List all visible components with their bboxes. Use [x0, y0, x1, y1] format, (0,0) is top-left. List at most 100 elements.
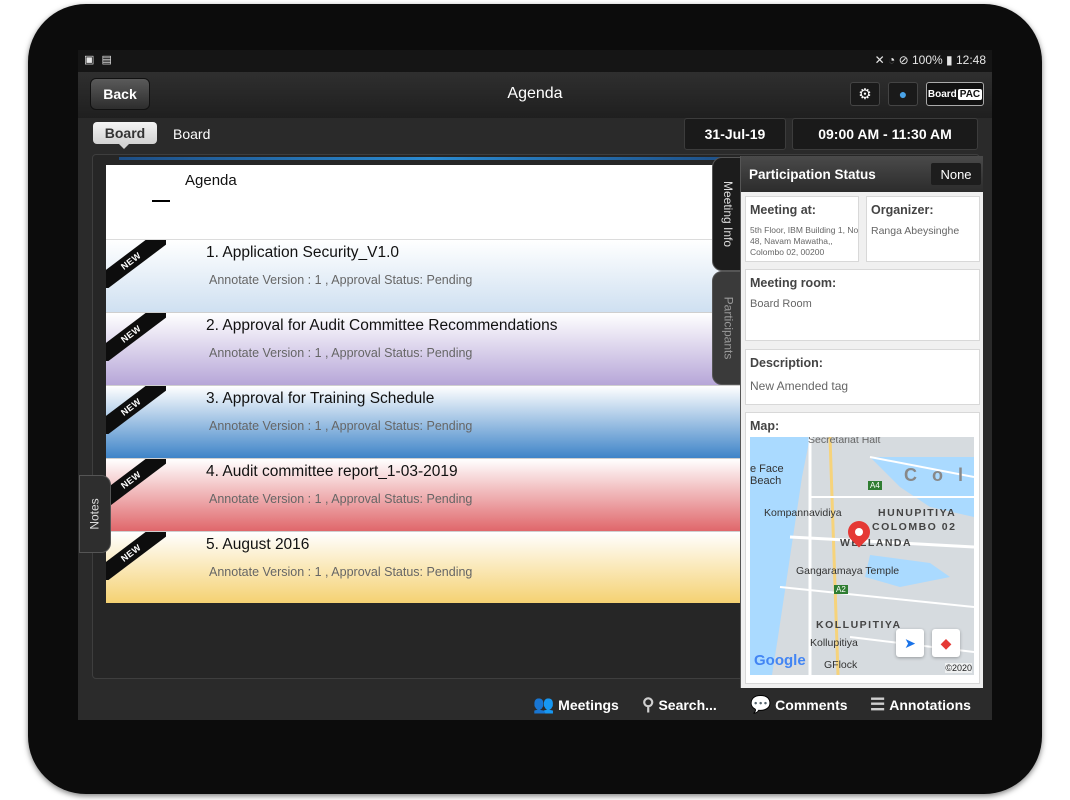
app-screen: ▣ ▤ ✕ ◔ ⊘ 100% ▮ 12:48 Back Agenda ⚙ ● B…	[78, 50, 992, 720]
google-logo-text: Google	[754, 652, 806, 669]
clock: 12:48	[955, 53, 986, 67]
map-label-item: GFlock	[824, 659, 858, 671]
organizer-value: Ranga Abeysinghe	[871, 225, 960, 237]
logo-board-text: Board	[927, 88, 957, 100]
globe-icon[interactable]: ●	[888, 82, 918, 106]
map-label: Map:	[750, 419, 780, 433]
sd-card-icon: ▤	[101, 54, 114, 66]
agenda-item-title: 3. Approval for Training Schedule	[206, 390, 435, 407]
map-label-item: HUNUPITIYA	[878, 507, 957, 519]
new-badge: NEW	[106, 459, 166, 507]
meeting-time: 09:00 AM - 11:30 AM	[792, 118, 978, 150]
map-label-item: e Face	[750, 463, 784, 475]
map-road-badge: A4	[868, 481, 882, 490]
battery-icon: ▮	[946, 53, 953, 67]
annotations-label: Annotations	[889, 697, 971, 713]
people-icon: 👥	[533, 695, 555, 714]
comments-label: Comments	[775, 697, 848, 713]
comments-button[interactable]: 💬 Comments	[750, 692, 848, 718]
map-label-item: KOLLUPITIYA	[816, 619, 902, 631]
breadcrumb-label: Board	[173, 126, 211, 142]
meeting-info-panel: Participation Status None Meeting at: 5t…	[740, 156, 983, 688]
map-label-item: C o l o	[904, 465, 974, 485]
mute-icon: ✕	[874, 53, 885, 67]
agenda-item[interactable]: NEW 5. August 2016 Annotate Version : 1 …	[106, 532, 740, 603]
battery-level: 100%	[911, 53, 943, 67]
map-view[interactable]: Secretariat Halt e Face Beach C o l o Ko…	[750, 437, 974, 675]
list-icon: ☰	[870, 695, 886, 714]
description-value: New Amended tag	[750, 379, 849, 393]
meeting-room-card: Meeting room: Board Room	[745, 269, 980, 341]
meetings-button[interactable]: 👥 Meetings	[533, 692, 619, 718]
directions-icon[interactable]: ➤	[896, 629, 924, 657]
agenda-heading: Agenda	[185, 172, 237, 189]
map-label-item: Secretariat Halt	[808, 437, 881, 446]
title-bar: Back Agenda ⚙ ● Board PAC	[78, 72, 992, 118]
agenda-item-meta: Annotate Version : 1 , Approval Status: …	[209, 419, 473, 433]
agenda-item[interactable]: NEW 3. Approval for Training Schedule An…	[106, 386, 740, 459]
google-logo: Google	[754, 652, 806, 669]
agenda-item-title: 1. Application Security_V1.0	[206, 244, 400, 261]
annotations-button[interactable]: ☰ Annotations	[870, 692, 971, 718]
agenda-item[interactable]: NEW 1. Application Security_V1.0 Annotat…	[106, 240, 740, 313]
agenda-item-meta: Annotate Version : 1 , Approval Status: …	[209, 273, 473, 287]
agenda-item-meta: Annotate Version : 1 , Approval Status: …	[209, 346, 473, 360]
breadcrumb: Board Board 31-Jul-19 09:00 AM - 11:30 A…	[78, 118, 992, 152]
agenda-item-title: 5. August 2016	[206, 536, 310, 553]
new-badge: NEW	[106, 240, 166, 288]
participation-status-select[interactable]: None	[931, 163, 981, 185]
boardpac-logo[interactable]: Board PAC	[926, 82, 984, 106]
new-badge: NEW	[106, 386, 166, 434]
meeting-at-card: Meeting at: 5th Floor, IBM Building 1, N…	[745, 196, 859, 262]
wifi-icon: ◔	[887, 53, 896, 67]
new-badge: NEW	[106, 313, 166, 361]
screenshot-icon: ▣	[84, 54, 97, 66]
meeting-at-label: Meeting at:	[750, 203, 816, 217]
agenda-header: Agenda	[106, 165, 740, 240]
agenda-panel: Agenda NEW 1. Application Security_V1.0 …	[79, 154, 983, 688]
map-card: Map: Secretariat Halt e Face Beach C o l…	[745, 412, 980, 684]
gear-icon[interactable]: ⚙	[850, 82, 880, 106]
agenda-item-title: 4. Audit committee report_1-03-2019	[206, 463, 458, 480]
new-badge: NEW	[106, 532, 166, 580]
logo-pac-text: PAC	[957, 88, 983, 100]
meetings-label: Meetings	[558, 697, 619, 713]
collapse-icon[interactable]	[152, 200, 170, 202]
map-road-badge: A2	[834, 585, 848, 594]
meeting-room-value: Board Room	[750, 298, 812, 310]
comment-icon: 💬	[750, 695, 772, 714]
agenda-item[interactable]: NEW 4. Audit committee report_1-03-2019 …	[106, 459, 740, 532]
description-label: Description:	[750, 356, 823, 370]
agenda-item-meta: Annotate Version : 1 , Approval Status: …	[209, 565, 473, 579]
search-label: Search...	[658, 697, 717, 713]
tab-notes[interactable]: Notes	[79, 475, 111, 553]
status-bar: ▣ ▤ ✕ ◔ ⊘ 100% ▮ 12:48	[78, 50, 992, 72]
map-label-item: Kompannavidiya	[764, 507, 842, 519]
organizer-card: Organizer: Ranga Abeysinghe	[866, 196, 980, 262]
meeting-date: 31-Jul-19	[684, 118, 786, 150]
map-label-item: COLOMBO 02	[872, 521, 957, 533]
meeting-at-value: 5th Floor, IBM Building 1, No 48, Navam …	[750, 225, 859, 257]
meeting-room-label: Meeting room:	[750, 276, 837, 290]
agenda-list: Agenda NEW 1. Application Security_V1.0 …	[106, 165, 740, 603]
map-label-item: Gangaramaya Temple	[796, 565, 900, 577]
search-icon: ⚲	[642, 695, 655, 714]
accent-line	[119, 157, 739, 160]
map-copyright: ©2020	[945, 663, 972, 673]
agenda-item-meta: Annotate Version : 1 , Approval Status: …	[209, 492, 473, 506]
bottom-nav: 👥 Meetings ⚲ Search... 💬 Comments ☰ Anno…	[78, 690, 992, 720]
map-label-item: Kollupitiya	[810, 637, 858, 649]
breadcrumb-board-chip[interactable]: Board	[93, 122, 157, 149]
google-maps-icon[interactable]: ◆	[932, 629, 960, 657]
agenda-item[interactable]: NEW 2. Approval for Audit Committee Reco…	[106, 313, 740, 386]
no-disturb-icon: ⊘	[898, 53, 909, 67]
participation-status-label: Participation Status	[749, 167, 876, 182]
participation-status-bar: Participation Status None	[741, 156, 983, 192]
organizer-label: Organizer:	[871, 203, 934, 217]
map-label-item: Beach	[750, 475, 782, 487]
agenda-item-title: 2. Approval for Audit Committee Recommen…	[206, 317, 558, 334]
status-left-icons: ▣ ▤	[84, 53, 114, 66]
status-right: ✕ ◔ ⊘ 100% ▮ 12:48	[875, 53, 986, 67]
description-card: Description: New Amended tag	[745, 349, 980, 405]
search-button[interactable]: ⚲ Search...	[642, 692, 717, 718]
